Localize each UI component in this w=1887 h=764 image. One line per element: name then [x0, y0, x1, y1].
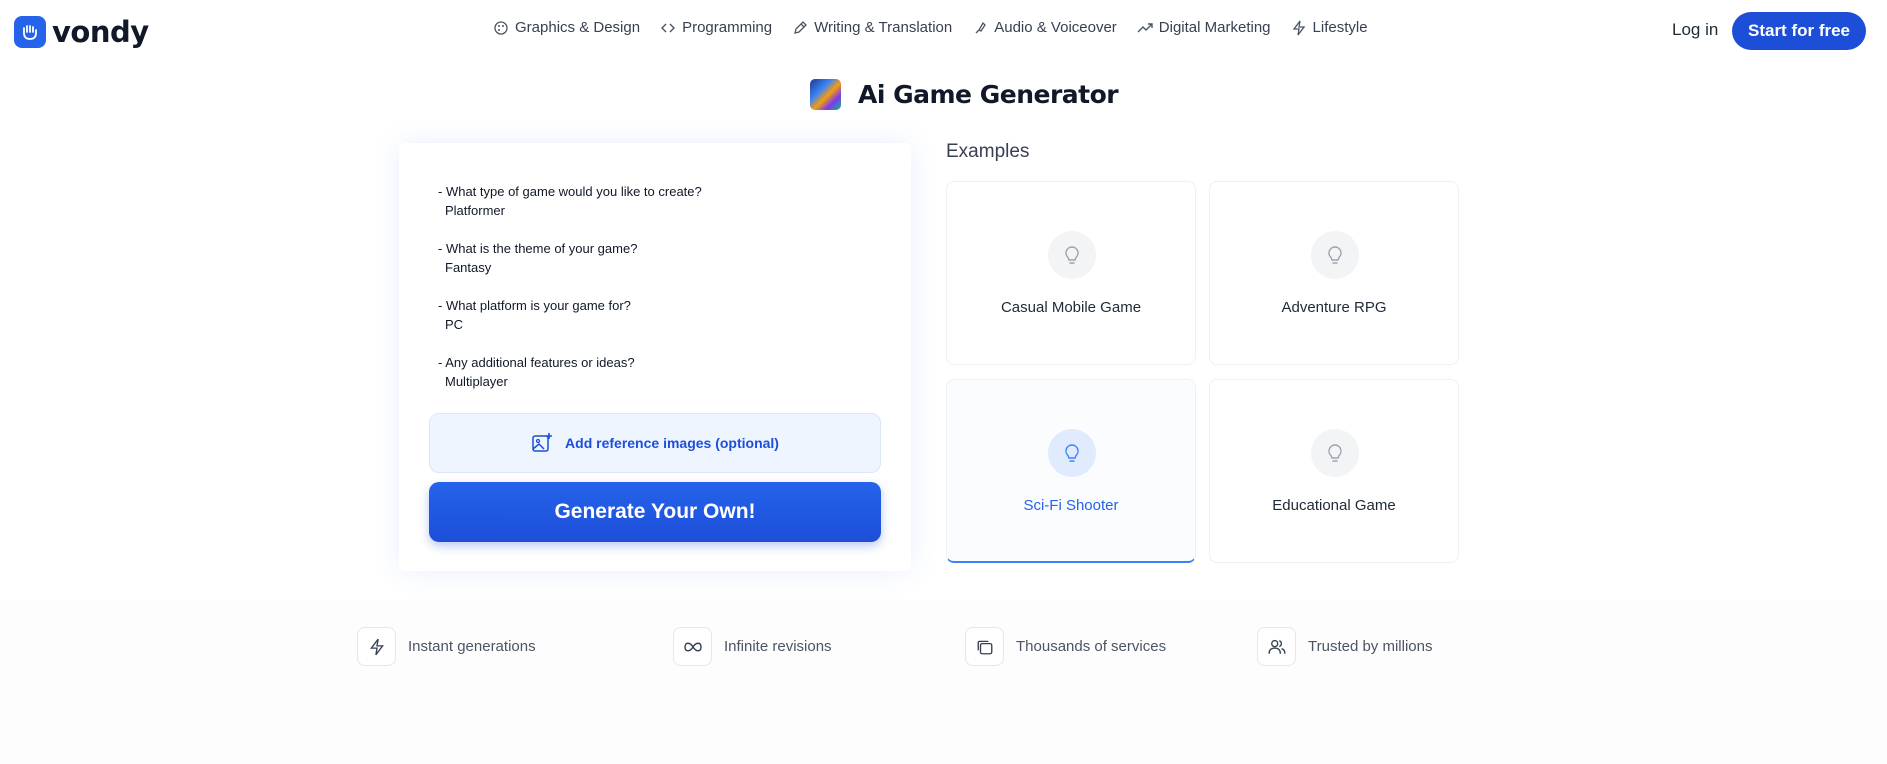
form-answer: Multiplayer [445, 374, 508, 389]
feature-trusted-by-millions: Trusted by millions [1257, 627, 1432, 666]
image-plus-icon [532, 433, 553, 452]
nav-label: Lifestyle [1312, 19, 1368, 36]
stack-icon [965, 627, 1004, 666]
ref-label: Add reference images (optional) [565, 435, 779, 451]
feature-infinite-revisions: Infinite revisions [673, 627, 832, 666]
nav-label: Programming [682, 19, 773, 36]
nav-label: Writing & Translation [814, 19, 953, 36]
logo-text: vondy [52, 15, 149, 49]
example-card-adventure-rpg[interactable]: Adventure RPG [1209, 181, 1459, 365]
bolt-icon [357, 627, 396, 666]
nav-audio-voiceover[interactable]: Audio & Voiceover [972, 19, 1117, 36]
feature-label: Thousands of services [1016, 638, 1167, 655]
login-link[interactable]: Log in [1672, 20, 1718, 40]
example-card-casual-mobile-game[interactable]: Casual Mobile Game [946, 181, 1196, 365]
start-for-free-button[interactable]: Start for free [1732, 12, 1866, 50]
form-question: - What platform is your game for? [438, 298, 631, 313]
mic-icon [975, 21, 987, 33]
example-label: Educational Game [1272, 497, 1396, 514]
example-label: Adventure RPG [1281, 299, 1387, 316]
form-item: - What platform is your game for? PC [438, 296, 631, 334]
form-item: - Any additional features or ideas? Mult… [438, 353, 635, 391]
nav-label: Audio & Voiceover [994, 19, 1117, 36]
form-answer: Platformer [445, 203, 505, 218]
vondy-logo[interactable]: vondy [14, 15, 149, 49]
category-nav: Graphics & Design Programming Writing & … [493, 19, 1368, 36]
lightbulb-icon [1311, 231, 1359, 279]
example-label: Casual Mobile Game [1000, 299, 1142, 316]
nav-label: Digital Marketing [1158, 19, 1271, 36]
form-answer: PC [445, 317, 464, 332]
example-card-sci-fi-shooter[interactable]: Sci-Fi Shooter [946, 379, 1196, 563]
pen-icon [794, 20, 808, 34]
example-card-educational-game[interactable]: Educational Game [1209, 379, 1459, 563]
infinity-icon [673, 627, 712, 666]
generate-button[interactable]: Generate Your Own! [429, 482, 881, 542]
form-item: - What type of game would you like to cr… [438, 182, 702, 220]
trend-icon [1137, 22, 1153, 32]
page-title-row: Ai Game Generator [810, 79, 1119, 110]
lightbulb-icon [1048, 429, 1096, 477]
nav-lifestyle[interactable]: Lifestyle [1291, 19, 1368, 36]
game-thumbnail-image [810, 79, 841, 110]
code-icon [661, 23, 676, 32]
nav-digital-marketing[interactable]: Digital Marketing [1137, 19, 1271, 36]
feature-label: Trusted by millions [1308, 638, 1433, 655]
form-item: - What is the theme of your game? Fantas… [438, 239, 637, 277]
form-question: - What is the theme of your game? [438, 241, 638, 256]
lightbulb-icon [1048, 231, 1096, 279]
feature-instant-generations: Instant generations [357, 627, 536, 666]
nav-writing-translation[interactable]: Writing & Translation [792, 19, 952, 36]
bolt-icon [1292, 20, 1305, 35]
feature-label: Infinite revisions [724, 638, 832, 655]
palette-icon [494, 20, 508, 35]
users-icon [1257, 627, 1296, 666]
page-title: Ai Game Generator [858, 80, 1119, 109]
logo-hand-icon [14, 16, 46, 48]
feature-thousands-of-services: Thousands of services [965, 627, 1166, 666]
top-header: vondy Graphics & Design Programming Writ… [0, 0, 1887, 62]
examples-heading: Examples [946, 141, 1030, 162]
form-question: - Any additional features or ideas? [438, 355, 635, 370]
lightbulb-icon [1311, 429, 1359, 477]
nav-graphics-design[interactable]: Graphics & Design [493, 19, 640, 36]
form-answer: Fantasy [445, 260, 492, 275]
feature-label: Instant generations [408, 638, 536, 655]
add-reference-images-button[interactable]: Add reference images (optional) [429, 413, 881, 473]
page-bottom-background [0, 600, 1887, 764]
form-question: - What type of game would you like to cr… [438, 184, 702, 199]
example-label: Sci-Fi Shooter [1023, 497, 1119, 514]
nav-programming[interactable]: Programming [660, 19, 772, 36]
nav-label: Graphics & Design [515, 19, 641, 36]
